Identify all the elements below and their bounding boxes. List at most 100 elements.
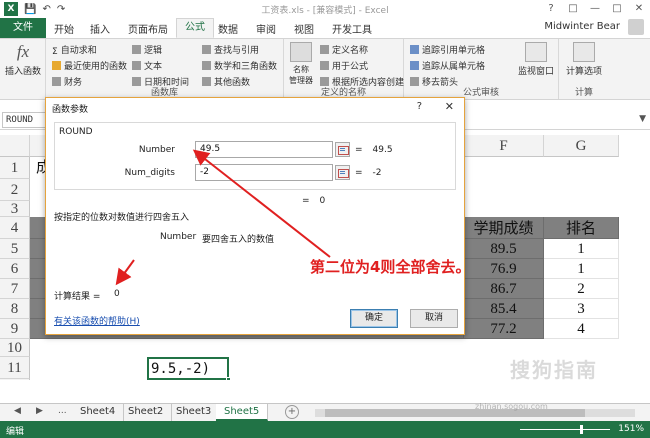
name-manager-icon [290, 42, 312, 62]
row-header[interactable]: 10 [0, 339, 30, 357]
dialog-title: 函数参数 [52, 105, 89, 115]
book-icon [202, 61, 211, 70]
row-header[interactable]: 7 [0, 279, 30, 299]
calculator-icon [573, 42, 595, 62]
column-header-f[interactable]: F [464, 135, 544, 157]
select-all-corner[interactable] [0, 135, 30, 157]
trace-precedents-button[interactable]: 追踪引用单元格 [410, 43, 485, 56]
row-header[interactable]: 1 [0, 157, 30, 179]
lookup-reference-button[interactable]: 查找与引用 [202, 43, 259, 56]
tab-home[interactable]: 开始 [54, 21, 74, 36]
ribbon-tabs: 文件 开始 插入 页面布局 公式 数据 审阅 视图 开发工具 Midwinter… [0, 18, 650, 38]
add-sheet-icon[interactable]: + [285, 405, 299, 419]
book-icon [132, 61, 141, 70]
minimize-icon[interactable]: — [584, 0, 606, 18]
dialog-help-icon[interactable]: ? [417, 101, 422, 112]
active-cell-editor[interactable]: 9.5,-2) [147, 357, 231, 380]
avatar[interactable] [628, 19, 644, 35]
help-icon[interactable]: ? [540, 0, 562, 18]
function-help-link[interactable]: 有关该函数的帮助(H) [54, 314, 140, 327]
row-header[interactable]: 12 [0, 379, 30, 380]
zoom-level[interactable]: 151% [618, 424, 644, 434]
function-arguments-dialog: 函数参数 ? ✕ ROUND Number 49.5 = 49.5 Num_dig… [45, 97, 465, 335]
trace-dependents-button[interactable]: 追踪从属单元格 [410, 59, 485, 72]
arg-label-num-digits: Num_digits [124, 168, 175, 178]
insert-function-button[interactable]: fx 插入函数 [2, 42, 44, 77]
sheet-next-icon[interactable]: ▶ [36, 406, 43, 416]
calculation-options-button[interactable]: 计算选项 [561, 42, 607, 77]
logical-button[interactable]: 逻辑 [132, 43, 162, 56]
tab-developer[interactable]: 开发工具 [332, 21, 372, 36]
sheet-prev-icon[interactable]: ◀ [14, 406, 21, 416]
score-cell[interactable]: 76.9 [464, 259, 544, 279]
number-input[interactable]: 49.5 [195, 141, 333, 158]
tab-file[interactable]: 文件 [0, 18, 46, 38]
row-header[interactable]: 8 [0, 299, 30, 319]
num-digits-input[interactable]: -2 [195, 164, 333, 181]
watermark-url: zhinan.sogou.com [475, 402, 548, 411]
sheet-tab[interactable]: Sheet2 [120, 404, 173, 421]
chevron-down-icon[interactable]: ▼ [639, 114, 646, 124]
arrow-icon [410, 45, 419, 54]
recent-functions-button[interactable]: 最近使用的函数 [52, 59, 127, 72]
tab-review[interactable]: 审阅 [256, 21, 276, 36]
cancel-button[interactable]: 取消 [410, 309, 458, 328]
tag-icon [320, 61, 329, 70]
tab-page-layout[interactable]: 页面布局 [128, 21, 168, 36]
book-icon [132, 45, 141, 54]
tab-data[interactable]: 数据 [218, 21, 238, 36]
define-name-button[interactable]: 定义名称 [320, 43, 368, 56]
tab-view[interactable]: 视图 [294, 21, 314, 36]
title-bar: X 💾 ↶ ↷ 工资表.xls - [兼容模式] - Excel ? □ — □… [0, 0, 650, 18]
row-header[interactable]: 11 [0, 357, 30, 379]
sheet-tab-active[interactable]: Sheet5 [216, 404, 269, 421]
tab-insert[interactable]: 插入 [90, 21, 110, 36]
user-name[interactable]: Midwinter Bear [544, 21, 620, 32]
calculation-label: 计算 [574, 88, 593, 98]
row-header[interactable]: 9 [0, 319, 30, 339]
score-cell[interactable]: 85.4 [464, 299, 544, 319]
function-library-group: Σ 自动求和 最近使用的函数 财务 逻辑 文本 日期和时间 查找与引用 数学和三角… [46, 39, 284, 99]
header-cell-rank[interactable]: 排名 [544, 217, 619, 239]
overall-result: = 0 [302, 196, 326, 206]
collapse-dialog-icon[interactable] [335, 142, 350, 157]
maximize-icon[interactable]: □ [606, 0, 628, 18]
sheet-tab[interactable]: Sheet3 [168, 404, 221, 421]
watermark-text: 搜狗指南 [510, 358, 598, 382]
row-header[interactable]: 4 [0, 217, 30, 239]
ribbon-display-icon[interactable]: □ [562, 0, 584, 18]
row-header[interactable]: 5 [0, 239, 30, 259]
text-button[interactable]: 文本 [132, 59, 162, 72]
collapse-dialog-icon[interactable] [335, 165, 350, 180]
watch-window-button[interactable]: 监视窗口 [516, 42, 556, 77]
column-header-g[interactable]: G [544, 135, 619, 157]
sheet-more-button[interactable]: ... [58, 406, 67, 416]
name-manager-button[interactable]: 名称 管理器 [286, 42, 316, 86]
score-cell[interactable]: 77.2 [464, 319, 544, 339]
math-trig-button[interactable]: 数学和三角函数 [202, 59, 277, 72]
autosum-button[interactable]: Σ 自动求和 [52, 43, 97, 57]
zoom-slider[interactable] [520, 425, 610, 434]
row-header[interactable]: 2 [0, 179, 30, 201]
rank-cell[interactable]: 2 [544, 279, 619, 299]
score-cell[interactable]: 86.7 [464, 279, 544, 299]
score-cell[interactable]: 89.5 [464, 239, 544, 259]
rank-cell[interactable]: 1 [544, 239, 619, 259]
row-header[interactable]: 6 [0, 259, 30, 279]
tab-formulas[interactable]: 公式 [176, 18, 214, 38]
rank-cell[interactable]: 4 [544, 319, 619, 339]
use-in-formula-button[interactable]: 用于公式 [320, 59, 368, 72]
fill-handle[interactable] [226, 377, 231, 380]
tag-icon [320, 45, 329, 54]
rank-cell[interactable]: 3 [544, 299, 619, 319]
status-bar: 编辑 151% [0, 421, 650, 438]
ok-button[interactable]: 确定 [350, 309, 398, 328]
sheet-tab[interactable]: Sheet4 [72, 404, 125, 421]
row-header[interactable]: 3 [0, 201, 30, 217]
dialog-close-icon[interactable]: ✕ [445, 100, 454, 113]
header-cell-score[interactable]: 学期成绩 [464, 217, 544, 239]
formula-auditing-group: 追踪引用单元格 追踪从属单元格 移去箭头 监视窗口 公式审核 [404, 39, 559, 99]
zoom-knob[interactable] [580, 425, 583, 434]
close-icon[interactable]: ✕ [628, 0, 650, 18]
rank-cell[interactable]: 1 [544, 259, 619, 279]
